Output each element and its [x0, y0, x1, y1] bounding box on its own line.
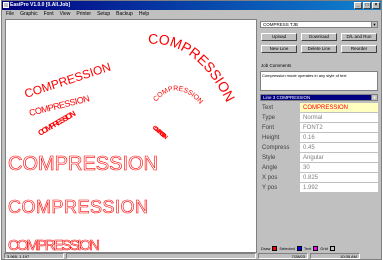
new-line-button[interactable]: New Line — [261, 45, 297, 53]
job-comments-field[interactable]: Compression mode operates in any style o… — [260, 71, 378, 91]
minimize-button[interactable]: _ — [354, 2, 362, 9]
compression-text-line-1[interactable]: COMPRESSION — [8, 153, 159, 176]
property-row-y-pos: Y pos 1.992 — [260, 183, 378, 193]
property-value-x-pos[interactable]: 0.825 — [300, 173, 378, 182]
property-name: Text — [260, 103, 300, 112]
job-select-value: COMPRESS TJB — [263, 22, 298, 27]
property-row-text: Text COMPRESSION — [260, 103, 378, 113]
property-row-angle: Angle 30 — [260, 163, 378, 173]
cursor-coordinates: 3.965, 1.197 — [4, 253, 64, 259]
property-value-font[interactable]: FONT2 — [300, 123, 378, 132]
menu-backup[interactable]: Backup — [116, 10, 133, 18]
properties-panel: COMPRESS TJB ▼ Upload Download D/L and R… — [259, 19, 380, 253]
menu-view[interactable]: View — [60, 10, 71, 18]
property-value-compress[interactable]: 0.45 — [300, 143, 378, 152]
job-select[interactable]: COMPRESS TJB ▼ — [260, 21, 378, 28]
menu-help[interactable]: Help — [139, 10, 149, 18]
status-message — [66, 253, 256, 259]
property-grid: Text COMPRESSION Type Normal Font FONT2 Hei… — [260, 103, 378, 193]
draw-label: Draw — [261, 245, 271, 251]
draw-color-swatch[interactable] — [272, 245, 278, 251]
title-bar[interactable]: EasiPro V1.0.0 [0.All.Job] _ □ × — [2, 1, 381, 10]
menu-graphic[interactable]: Graphic — [20, 10, 38, 18]
maximize-button[interactable]: □ — [363, 2, 371, 9]
compression-text-scribble[interactable]: COMPRESSION — [151, 125, 169, 141]
text-color-swatch[interactable] — [313, 245, 319, 251]
property-row-compress: Compress 0.45 — [260, 143, 378, 153]
menu-file[interactable]: File — [6, 10, 14, 18]
color-legend: Draw Selected Text Grid — [259, 244, 380, 252]
application-window: EasiPro V1.0.0 [0.All.Job] _ □ × File Gr… — [1, 0, 382, 260]
property-name: Height — [260, 133, 300, 142]
canvas-svg: COMPRESSION COMPRESSION COMPRESSION COMP… — [8, 31, 239, 253]
line-select[interactable]: Line 3 COMPRESSION ▼ — [260, 94, 378, 101]
status-time: 10:35 AM — [310, 253, 360, 259]
property-name: Type — [260, 113, 300, 122]
selected-color-swatch[interactable] — [296, 245, 302, 251]
close-button[interactable]: × — [372, 2, 380, 9]
chevron-down-icon[interactable]: ▼ — [371, 22, 377, 27]
status-date: 7/28/03 — [258, 253, 308, 259]
dl-and-run-button[interactable]: D/L and Run — [341, 33, 377, 41]
property-row-type: Type Normal — [260, 113, 378, 123]
text-label: Text — [303, 245, 312, 251]
drawing-canvas[interactable]: COMPRESSION COMPRESSION COMPRESSION COMP… — [5, 19, 257, 253]
compression-text-line-3[interactable]: COMPRESSION — [8, 237, 101, 253]
property-value-type[interactable]: Normal — [300, 113, 378, 122]
property-value-text[interactable]: COMPRESSION — [300, 103, 378, 112]
delete-line-button[interactable]: Delete Line — [301, 45, 337, 53]
property-name: Y pos — [260, 183, 300, 192]
menu-setup[interactable]: Setup — [97, 10, 110, 18]
property-row-x-pos: X pos 0.825 — [260, 173, 378, 183]
reorder-button[interactable]: Reorder — [341, 45, 377, 53]
property-name: Style — [260, 153, 300, 162]
arc-text-path-2: COMPRESSION — [152, 85, 204, 105]
property-row-font: Font FONT2 — [260, 123, 378, 133]
grid-label: Grid — [320, 245, 328, 251]
compression-text-rotated-1[interactable]: COMPRESSION — [23, 60, 113, 101]
app-icon — [3, 2, 9, 8]
download-button[interactable]: Download — [301, 33, 337, 41]
property-row-height: Height 0.16 — [260, 133, 378, 143]
menu-bar: File Graphic Font View Printer Setup Bac… — [2, 10, 381, 18]
menu-font[interactable]: Font — [44, 10, 54, 18]
property-name: X pos — [260, 173, 300, 182]
property-value-style[interactable]: Angular — [300, 153, 378, 162]
compression-text-line-2[interactable]: COMPRESSION — [8, 197, 149, 218]
selected-label: Selected — [279, 245, 295, 251]
property-row-style: Style Angular — [260, 153, 378, 163]
job-comments-label: Job Comments — [261, 63, 292, 68]
chevron-down-icon[interactable]: ▼ — [371, 95, 377, 100]
property-value-angle[interactable]: 30 — [300, 163, 378, 172]
property-value-height[interactable]: 0.16 — [300, 133, 378, 142]
line-select-value: Line 3 COMPRESSION — [263, 95, 311, 100]
compression-text-arc-small[interactable]: COMPRESSION — [152, 85, 204, 105]
property-name: Compress — [260, 143, 300, 152]
upload-button[interactable]: Upload — [261, 33, 297, 41]
property-value-y-pos[interactable]: 1.992 — [300, 183, 378, 192]
window-title: EasiPro V1.0.0 [0.All.Job] — [10, 2, 71, 8]
property-name: Font — [260, 123, 300, 132]
grid-color-swatch[interactable] — [329, 245, 335, 251]
menu-printer[interactable]: Printer — [76, 10, 91, 18]
status-bar: 3.965, 1.197 7/28/03 10:35 AM — [2, 253, 381, 260]
property-name: Angle — [260, 163, 300, 172]
